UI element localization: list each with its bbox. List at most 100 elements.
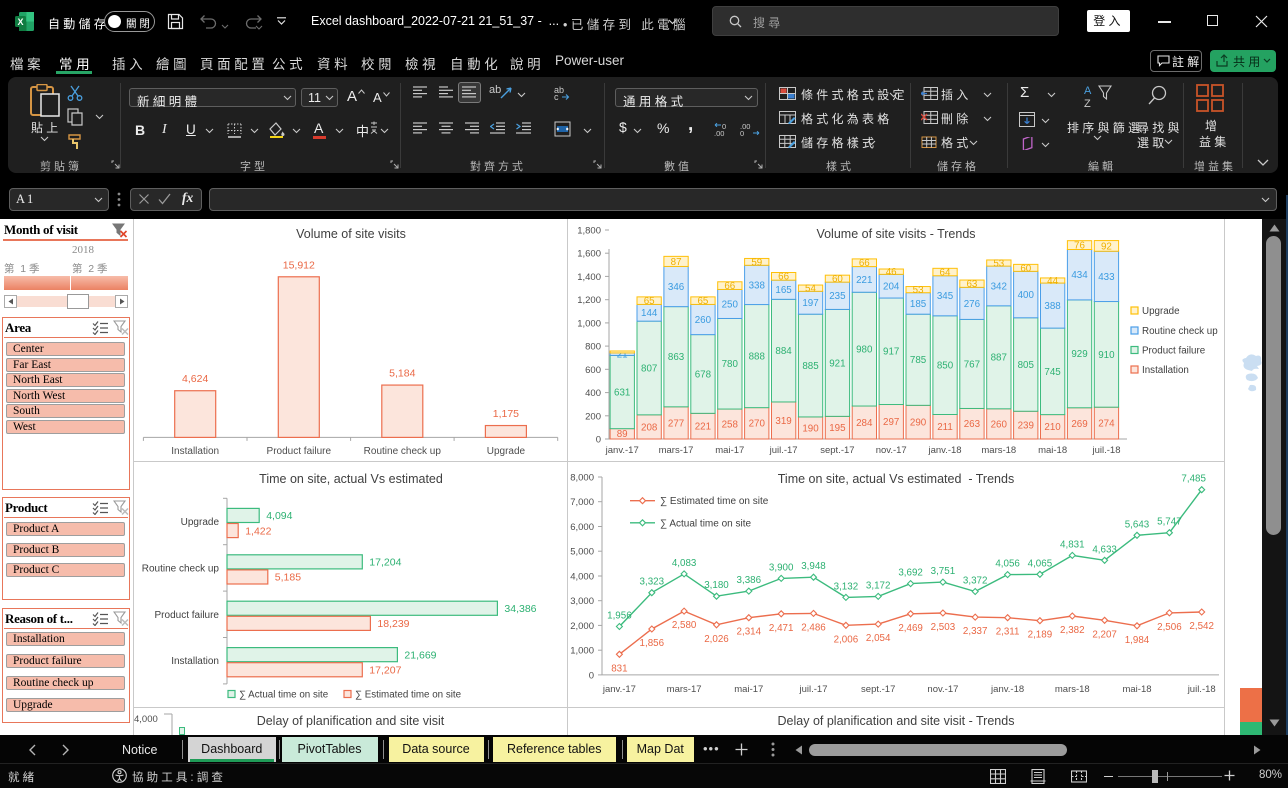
svg-text:3,751: 3,751 <box>931 566 956 577</box>
svg-text:Installation: Installation <box>1142 365 1189 376</box>
svg-text:Time on site, actual Vs estima: Time on site, actual Vs estimated - Tren… <box>778 472 1014 486</box>
svg-text:3,900: 3,900 <box>769 562 794 573</box>
svg-text:260: 260 <box>991 419 1008 430</box>
svg-text:4,083: 4,083 <box>672 558 697 569</box>
svg-text:Volume of site visits: Volume of site visits <box>296 227 406 241</box>
svg-text:221: 221 <box>856 275 872 286</box>
svg-text:janv.-17: janv.-17 <box>602 684 636 695</box>
svg-text:A: A <box>1084 85 1092 97</box>
svg-text:4,000: 4,000 <box>570 572 594 583</box>
svg-text:250: 250 <box>722 299 739 310</box>
svg-text:6,000: 6,000 <box>570 522 594 533</box>
svg-text:nov.-17: nov.-17 <box>927 684 958 695</box>
svg-text:785: 785 <box>910 355 927 366</box>
svg-text:c: c <box>554 92 559 101</box>
svg-text:3,386: 3,386 <box>737 575 762 586</box>
svg-text:juil.-17: juil.-17 <box>769 445 798 456</box>
svg-text:2,486: 2,486 <box>801 622 826 633</box>
svg-text:888: 888 <box>749 352 766 363</box>
svg-text:2,314: 2,314 <box>737 627 762 638</box>
svg-text:284: 284 <box>856 418 873 429</box>
svg-text:270: 270 <box>749 419 766 430</box>
svg-text:276: 276 <box>964 299 981 310</box>
svg-text:63: 63 <box>966 279 977 290</box>
svg-text:346: 346 <box>668 282 685 293</box>
svg-text:631: 631 <box>614 387 630 398</box>
svg-text:54: 54 <box>805 284 816 295</box>
svg-text:211: 211 <box>937 422 953 433</box>
svg-text:2,382: 2,382 <box>1060 625 1085 636</box>
svg-text:Product failure: Product failure <box>1142 346 1206 357</box>
svg-text:190: 190 <box>802 423 819 434</box>
svg-text:4,624: 4,624 <box>182 373 208 385</box>
svg-text:345: 345 <box>937 291 954 302</box>
svg-text:mars-18: mars-18 <box>1055 684 1090 695</box>
svg-text:197: 197 <box>802 298 818 309</box>
svg-text:mai-18: mai-18 <box>1038 445 1067 456</box>
svg-text:805: 805 <box>1018 360 1035 371</box>
svg-text:290: 290 <box>910 418 927 429</box>
svg-text:mars-17: mars-17 <box>659 445 694 456</box>
svg-text:.00: .00 <box>714 129 724 137</box>
svg-text:∑ Actual time on site: ∑ Actual time on site <box>660 518 751 529</box>
svg-text:92: 92 <box>1101 241 1112 252</box>
svg-text:76: 76 <box>1074 241 1085 252</box>
svg-text:3,692: 3,692 <box>898 568 923 579</box>
svg-text:17,204: 17,204 <box>369 557 401 569</box>
svg-text:Z: Z <box>1084 98 1091 110</box>
svg-text:5,000: 5,000 <box>570 547 594 558</box>
svg-text:1,984: 1,984 <box>1125 635 1150 646</box>
svg-text:mai-18: mai-18 <box>1122 684 1151 695</box>
svg-text:165: 165 <box>775 285 792 296</box>
svg-text:4,094: 4,094 <box>266 510 292 522</box>
svg-text:929: 929 <box>1071 349 1087 360</box>
svg-text:910: 910 <box>1098 350 1115 361</box>
svg-text:3,180: 3,180 <box>704 580 729 591</box>
svg-text:260: 260 <box>695 315 712 326</box>
svg-text:4,056: 4,056 <box>995 559 1020 570</box>
svg-text:1,422: 1,422 <box>245 525 271 537</box>
svg-text:Upgrade: Upgrade <box>181 517 220 528</box>
svg-text:7,000: 7,000 <box>570 497 594 508</box>
svg-text:200: 200 <box>585 411 601 422</box>
svg-text:sept.-17: sept.-17 <box>820 445 854 456</box>
svg-text:678: 678 <box>695 369 712 380</box>
svg-text:Upgrade: Upgrade <box>1142 306 1180 317</box>
svg-text:34,386: 34,386 <box>504 603 536 615</box>
svg-text:239: 239 <box>1018 421 1034 432</box>
svg-text:sept.-17: sept.-17 <box>861 684 895 695</box>
svg-text:338: 338 <box>749 280 766 291</box>
svg-text:3,372: 3,372 <box>963 576 988 587</box>
svg-text:Upgrade: Upgrade <box>487 446 526 457</box>
svg-text:144: 144 <box>641 308 658 319</box>
svg-text:277: 277 <box>668 418 684 429</box>
svg-text:3,948: 3,948 <box>801 561 826 572</box>
svg-text:210: 210 <box>1044 422 1061 433</box>
svg-text:3,132: 3,132 <box>834 581 859 592</box>
svg-text:1,800: 1,800 <box>577 226 601 237</box>
svg-text:921: 921 <box>829 358 845 369</box>
svg-text:mai-17: mai-17 <box>734 684 763 695</box>
svg-text:2,207: 2,207 <box>1092 629 1117 640</box>
svg-text:18,239: 18,239 <box>377 618 409 630</box>
svg-text:0: 0 <box>740 129 744 137</box>
svg-text:53: 53 <box>993 258 1004 269</box>
svg-text:Routine check up: Routine check up <box>1142 326 1218 337</box>
svg-text:980: 980 <box>856 345 873 356</box>
svg-text:297: 297 <box>883 417 899 428</box>
svg-text:745: 745 <box>1044 367 1061 378</box>
svg-text:1,600: 1,600 <box>577 249 601 260</box>
svg-text:2,337: 2,337 <box>963 626 988 637</box>
svg-text:221: 221 <box>695 422 711 433</box>
svg-text:1,400: 1,400 <box>577 272 601 283</box>
svg-text:nov.-17: nov.-17 <box>876 445 907 456</box>
svg-text:60: 60 <box>832 274 843 285</box>
svg-text:15,912: 15,912 <box>283 259 315 271</box>
svg-text:4,065: 4,065 <box>1028 558 1053 569</box>
svg-text:2,000: 2,000 <box>570 621 594 632</box>
svg-text:4,633: 4,633 <box>1092 544 1117 555</box>
svg-text:269: 269 <box>1071 419 1087 430</box>
svg-text:3,172: 3,172 <box>866 580 891 591</box>
svg-text:46: 46 <box>886 267 897 278</box>
svg-text:433: 433 <box>1098 272 1115 283</box>
